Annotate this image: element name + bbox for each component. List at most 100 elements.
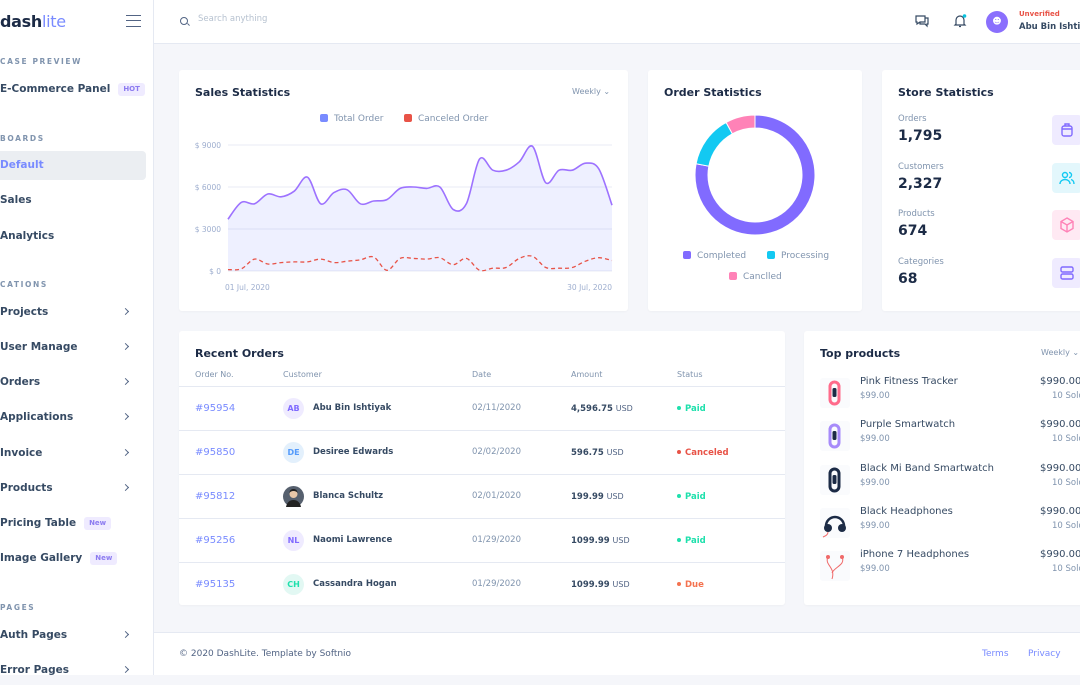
product-total: $990.00 — [1040, 549, 1080, 561]
x-tick-label: 01 Jul, 2020 — [225, 283, 270, 292]
product-price: $99.00 — [860, 520, 890, 531]
sidebar-item-products[interactable]: Products — [0, 474, 146, 503]
order-donut-chart — [694, 114, 816, 236]
chat-icon[interactable] — [914, 13, 930, 29]
product-item[interactable]: Black Mi Band Smartwatch $99.00 $990.00 10 … — [820, 463, 1080, 503]
sidebar-item-label: Projects — [0, 306, 49, 318]
store-statistics-card: Store Statistics Orders 1,795 Customers 2,3… — [882, 70, 1080, 311]
sidebar-section-heading: BOARDS — [0, 134, 45, 143]
sidebar: dashlite CASE PREVIEW BOARDS CATIONS PAGES E… — [0, 0, 154, 676]
sidebar-item-label: Default — [0, 159, 44, 171]
sidebar-item-analytics[interactable]: Analytics — [0, 222, 146, 251]
customer-name: Cassandra Hogan — [313, 579, 397, 589]
product-total: $990.00 — [1040, 376, 1080, 387]
product-name: Purple Smartwatch — [860, 419, 956, 431]
status-badge: Paid — [677, 387, 706, 431]
user-avatar[interactable]: ☻ — [986, 11, 1008, 33]
sidebar-item-projects[interactable]: Projects — [0, 298, 146, 327]
product-item[interactable]: iPhone 7 Headphones $99.00 $990.00 10 Sold — [820, 549, 1080, 589]
y-tick-label: $ 9000 — [195, 141, 221, 150]
order-statistics-card: Order Statistics Completed Processing Ca… — [648, 70, 862, 311]
table-row[interactable]: #95812 Blanca Schultz 02/01/2020 199.99 USD… — [179, 474, 785, 518]
product-name: Black Headphones — [860, 505, 953, 517]
sidebar-item-invoice[interactable]: Invoice — [0, 439, 146, 468]
order-amount: 4,596.75 USD — [571, 404, 633, 414]
order-date: 02/01/2020 — [472, 491, 521, 501]
order-id-link[interactable]: #95135 — [195, 563, 235, 606]
order-id-link[interactable]: #95812 — [195, 475, 235, 518]
product-price: $99.00 — [860, 434, 890, 445]
table-row[interactable]: #95135 CH Cassandra Hogan 01/29/2020 1099.99… — [179, 562, 785, 606]
order-id-link[interactable]: #95954 — [195, 387, 235, 430]
card-title: Order Statistics — [664, 86, 762, 99]
chevron-right-icon — [121, 342, 130, 351]
sidebar-item-sales[interactable]: Sales — [0, 186, 146, 215]
product-price: $99.00 — [860, 391, 890, 401]
sidebar-item-auth-pages[interactable]: Auth Pages — [0, 621, 146, 650]
sidebar-item-applications[interactable]: Applications — [0, 403, 146, 432]
order-amount: 596.75 USD — [571, 448, 624, 458]
menu-toggle-icon[interactable] — [126, 15, 141, 27]
order-date: 02/11/2020 — [472, 403, 521, 413]
product-sold-count: 10 Sold — [1052, 434, 1080, 445]
user-name[interactable]: Abu Bin Ishtiyak — [1019, 22, 1080, 32]
table-row[interactable]: #95954 AB Abu Bin Ishtiyak 02/11/2020 4,596.… — [179, 386, 785, 430]
product-name: Black Mi Band Smartwatch — [860, 462, 994, 474]
sidebar-section-heading: PAGES — [0, 603, 36, 612]
period-dropdown[interactable]: Weekly ⌄ — [1041, 348, 1079, 357]
stat-label: Customers — [898, 161, 944, 172]
stat-value: 1,795 — [898, 128, 943, 144]
legend-label: Canclled — [743, 272, 782, 282]
product-name: iPhone 7 Headphones — [860, 549, 970, 561]
product-name: Pink Fitness Tracker — [860, 376, 958, 387]
terms-link[interactable]: Terms — [982, 649, 1009, 659]
sidebar-item-pricing-table[interactable]: Pricing Table New — [0, 509, 146, 538]
sidebar-item-label: Error Pages — [0, 664, 69, 676]
product-item[interactable]: Black Headphones $99.00 $990.00 10 Sold — [820, 506, 1080, 546]
order-id-link[interactable]: #95256 — [195, 519, 235, 562]
chevron-right-icon — [121, 307, 130, 316]
search-input[interactable] — [198, 14, 398, 24]
recent-orders-card: Recent Orders Order No. Customer Date Amoun… — [179, 331, 785, 605]
status-badge: Canceled — [677, 431, 729, 475]
bell-icon[interactable] — [952, 13, 968, 29]
footer: © 2020 DashLite. Template by Softnio Ter… — [154, 632, 1080, 675]
sidebar-item-e-commerce-panel[interactable]: E-Commerce Panel HOT — [0, 75, 146, 104]
donut-slice-processing — [695, 121, 734, 167]
column-header: Customer — [283, 370, 322, 379]
sidebar-item-orders[interactable]: Orders — [0, 368, 146, 397]
legend-completed: Completed — [683, 251, 746, 261]
product-item[interactable]: Pink Fitness Tracker $99.00 $990.00 10 Sold — [820, 376, 1080, 416]
product-sold-count: 10 Sold — [1052, 477, 1080, 488]
avatar: DE — [283, 442, 304, 463]
product-total: $990.00 — [1040, 419, 1080, 431]
sidebar-item-label: Applications — [0, 411, 74, 423]
product-sold-count: 10 Sold — [1052, 520, 1080, 531]
sidebar-item-user-manage[interactable]: User Manage — [0, 333, 146, 362]
sidebar-badge: New — [90, 551, 118, 565]
sidebar-item-image-gallery[interactable]: Image Gallery New — [0, 544, 146, 573]
top-products-card: Top products Weekly ⌄ Pink Fitness Track… — [804, 331, 1080, 605]
table-row[interactable]: #95256 NL Naomi Lawrence 01/29/2020 1099.99 … — [179, 518, 785, 562]
privacy-link[interactable]: Privacy — [1028, 649, 1061, 659]
legend-processing: Processing — [767, 251, 829, 261]
card-title: Recent Orders — [195, 347, 284, 360]
logo-text: dash — [0, 12, 42, 31]
chevron-right-icon — [121, 412, 130, 421]
order-id-link[interactable]: #95850 — [195, 431, 235, 474]
table-row[interactable]: #95850 DE Desiree Edwards 02/02/2020 596.75 … — [179, 430, 785, 474]
sidebar-item-default[interactable]: Default — [0, 151, 146, 180]
y-tick-label: $ 6000 — [195, 183, 221, 192]
avatar: AB — [283, 398, 304, 419]
product-sold-count: 10 Sold — [1052, 391, 1080, 401]
sidebar-item-error-pages[interactable]: Error Pages — [0, 656, 146, 685]
product-item[interactable]: Purple Smartwatch $99.00 $990.00 10 Sold — [820, 419, 1080, 459]
status-badge: Paid — [677, 475, 706, 519]
logo[interactable]: dashlite — [0, 12, 66, 31]
product-image — [820, 551, 850, 582]
sidebar-item-label: Pricing Table — [0, 517, 77, 529]
customer-name: Naomi Lawrence — [313, 535, 393, 545]
product-image — [820, 464, 850, 495]
donut-slice-canclled — [725, 114, 756, 135]
customer-name: Blanca Schultz — [313, 491, 384, 501]
